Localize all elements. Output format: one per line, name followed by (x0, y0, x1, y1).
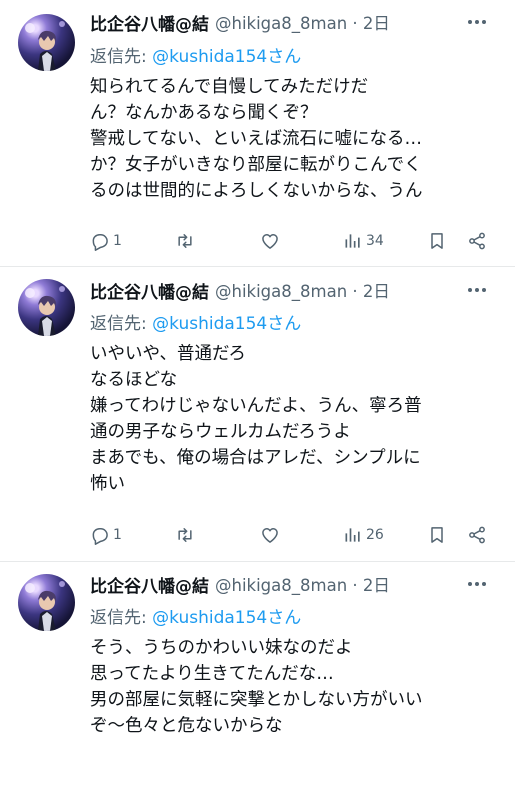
tweet-line: か？女子がいきなり部屋に転がりこんでく (90, 155, 422, 175)
like-button[interactable] (260, 523, 280, 547)
more-icon[interactable] (465, 13, 489, 31)
retweet-icon (175, 525, 195, 545)
handle-and-time[interactable]: @hikiga8_8man · 2日 (215, 10, 390, 34)
reply-context: 返信先: @kushida154さん (90, 309, 301, 334)
like-icon (260, 231, 280, 251)
display-name[interactable]: 比企谷八幡@結 (90, 278, 209, 303)
tweet-line: 知られてるんで自慢してみただけだ (90, 77, 369, 97)
retweet-icon (175, 231, 195, 251)
reply-prefix: 返信先: (90, 608, 153, 628)
like-button[interactable] (260, 229, 280, 253)
reply-mention-link[interactable]: @kushida154さん (152, 47, 301, 67)
avatar[interactable] (18, 574, 75, 631)
reply-count: 1 (113, 527, 122, 543)
tweet-line: るのは世間的によろしくないからな、うん (90, 181, 423, 201)
tweet[interactable]: 比企谷八幡@結 @hikiga8_8man · 2日 返信先: @kushida… (0, 0, 515, 265)
views-icon (343, 525, 363, 545)
tweet-text: そう、うちのかわいい妹なのだよ 思ってたより生きてたんだな… 男の部屋に気軽に突… (90, 635, 500, 739)
share-icon (467, 525, 487, 545)
handle-and-time[interactable]: @hikiga8_8man · 2日 (215, 278, 390, 302)
tweet-line: 男の部屋に気軽に突撃とかしない方がいい (90, 690, 423, 710)
bookmark-icon (427, 231, 447, 251)
reply-button[interactable]: 1 (90, 523, 122, 547)
like-icon (260, 525, 280, 545)
display-name[interactable]: 比企谷八幡@結 (90, 572, 209, 597)
reply-prefix: 返信先: (90, 314, 153, 334)
views-button[interactable]: 34 (343, 229, 384, 253)
reply-context: 返信先: @kushida154さん (90, 603, 301, 628)
views-button[interactable]: 26 (343, 523, 384, 547)
tweet-header: 比企谷八幡@結 @hikiga8_8man · 2日 (90, 572, 503, 597)
share-icon (467, 231, 487, 251)
tweet-header: 比企谷八幡@結 @hikiga8_8man · 2日 (90, 10, 503, 35)
tweet[interactable]: 比企谷八幡@結 @hikiga8_8man · 2日 返信先: @kushida… (0, 562, 515, 800)
reply-mention-link[interactable]: @kushida154さん (152, 608, 301, 628)
views-count: 26 (366, 527, 384, 543)
tweet-text: いやいや、普通だろ なるほどな 嫌ってわけじゃないんだよ、うん、寧ろ普 通の男子… (90, 341, 500, 497)
tweet-line: そう、うちのかわいい妹なのだよ (90, 638, 353, 658)
tweet-text: 知られてるんで自慢してみただけだ ん？なんかあるなら聞くぞ？ 警戒してない、とい… (90, 74, 500, 204)
reply-mention-link[interactable]: @kushida154さん (152, 314, 301, 334)
handle-and-time[interactable]: @hikiga8_8man · 2日 (215, 572, 390, 596)
tweet-line: 思ってたより生きてたんだな… (90, 664, 334, 684)
reply-count: 1 (113, 233, 122, 249)
tweet-line: 怖い (90, 474, 125, 494)
retweet-button[interactable] (175, 523, 195, 547)
share-button[interactable] (467, 523, 487, 547)
avatar[interactable] (18, 14, 75, 71)
retweet-button[interactable] (175, 229, 195, 253)
avatar[interactable] (18, 279, 75, 336)
more-icon[interactable] (465, 575, 489, 593)
tweet-line: ん？なんかあるなら聞くぞ？ (90, 103, 318, 123)
tweet-actions: 1 26 (90, 523, 500, 547)
reply-prefix: 返信先: (90, 47, 153, 67)
views-icon (343, 231, 363, 251)
more-icon[interactable] (465, 281, 489, 299)
tweet-line: ぞ～色々と危ないからな (90, 716, 283, 736)
tweet-line: まあでも、俺の場合はアレだ、シンプルに (90, 448, 421, 468)
bookmark-icon (427, 525, 447, 545)
tweet-line: いやいや、普通だろ (90, 344, 246, 364)
reply-button[interactable]: 1 (90, 229, 122, 253)
display-name[interactable]: 比企谷八幡@結 (90, 10, 209, 35)
reply-icon (90, 525, 110, 545)
share-button[interactable] (467, 229, 487, 253)
tweet-line: なるほどな (90, 370, 178, 390)
reply-context: 返信先: @kushida154さん (90, 42, 301, 67)
reply-icon (90, 231, 110, 251)
bookmark-button[interactable] (427, 229, 447, 253)
tweet-header: 比企谷八幡@結 @hikiga8_8man · 2日 (90, 278, 503, 303)
tweet[interactable]: 比企谷八幡@結 @hikiga8_8man · 2日 返信先: @kushida… (0, 267, 515, 560)
tweet-line: 警戒してない、といえば流石に嘘になる… (90, 129, 422, 149)
tweet-line: 通の男子ならウェルカムだろうよ (90, 422, 351, 442)
bookmark-button[interactable] (427, 523, 447, 547)
tweet-line: 嫌ってわけじゃないんだよ、うん、寧ろ普 (90, 396, 422, 416)
views-count: 34 (366, 233, 384, 249)
tweet-actions: 1 34 (90, 229, 500, 253)
